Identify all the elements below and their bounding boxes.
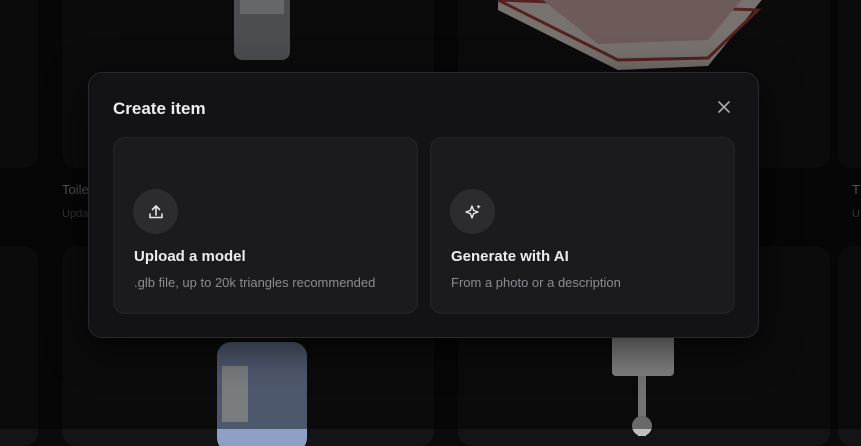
option-title: Upload a model <box>134 248 246 265</box>
sparkles-icon <box>464 204 481 219</box>
close-button[interactable] <box>712 95 736 119</box>
option-title: Generate with AI <box>451 248 569 265</box>
generate-ai-option[interactable]: Generate with AI From a photo or a descr… <box>430 137 735 314</box>
create-item-dialog: Create item Upload a model .glb file, up… <box>88 72 759 338</box>
upload-icon <box>148 204 163 218</box>
dialog-title: Create item <box>113 99 206 118</box>
option-description: From a photo or a description <box>451 275 621 290</box>
option-description: .glb file, up to 20k triangles recommend… <box>134 275 376 290</box>
sparkles-icon-circle <box>450 189 495 234</box>
upload-model-option[interactable]: Upload a model .glb file, up to 20k tria… <box>113 137 418 314</box>
close-icon <box>718 101 730 113</box>
upload-icon-circle <box>133 189 178 234</box>
